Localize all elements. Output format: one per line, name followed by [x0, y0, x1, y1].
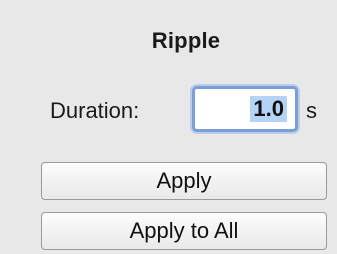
duration-input[interactable]: 1.0 — [192, 86, 298, 132]
duration-unit: s — [306, 98, 317, 123]
duration-label: Duration: — [50, 98, 140, 123]
duration-row: Duration: 1.0 s — [0, 82, 337, 138]
ripple-panel: Ripple Duration: 1.0 s Apply Apply to Al… — [0, 0, 337, 254]
panel-title: Ripple — [151, 28, 221, 53]
duration-value[interactable]: 1.0 — [250, 96, 287, 122]
apply-to-all-button[interactable]: Apply to All — [41, 212, 327, 250]
apply-button[interactable]: Apply — [41, 162, 327, 200]
